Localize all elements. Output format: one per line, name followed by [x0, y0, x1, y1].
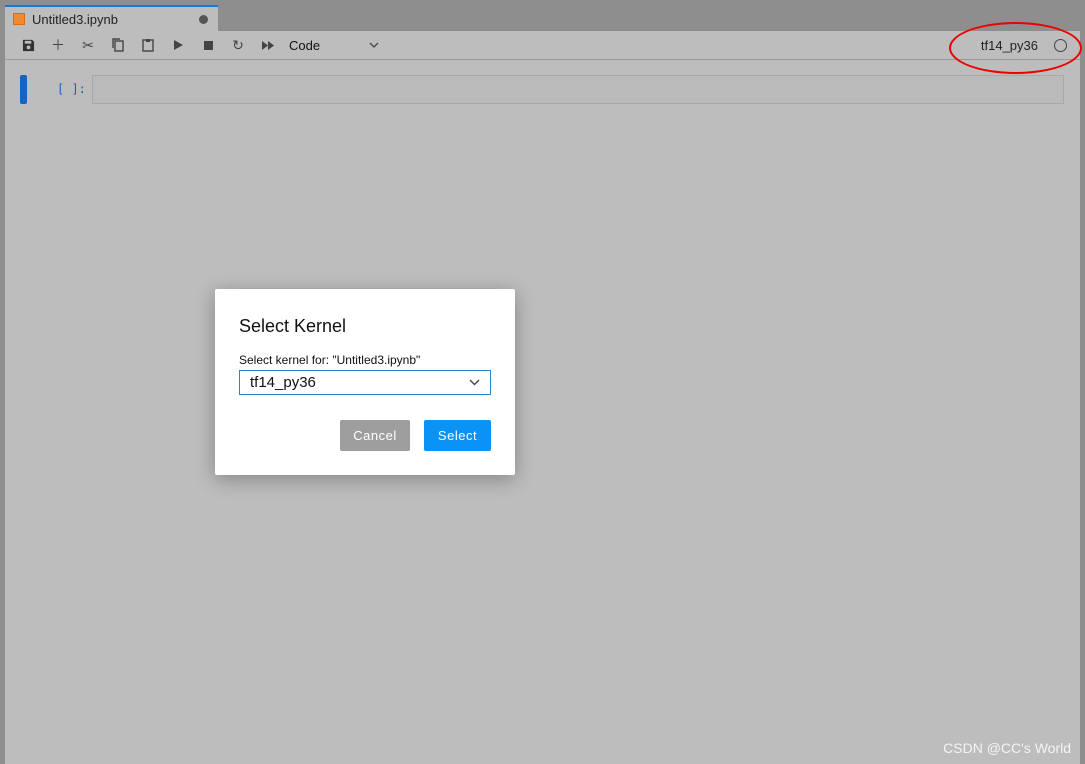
notebook-toolbar: ＋ ✂ ↻ Code tf14_py36	[5, 31, 1080, 60]
paste-icon[interactable]	[133, 33, 163, 57]
notebook-tab[interactable]: Untitled3.ipynb	[5, 5, 218, 31]
chevron-down-icon	[469, 379, 480, 386]
cell-prompt: [ ]:	[57, 82, 86, 96]
cut-icon[interactable]: ✂	[73, 33, 103, 57]
active-cell-bar	[20, 75, 27, 104]
kernel-status-icon	[1054, 39, 1067, 52]
stop-icon[interactable]	[193, 33, 223, 57]
kernel-select[interactable]: tf14_py36	[239, 370, 491, 395]
select-kernel-dialog: Select Kernel Select kernel for: "Untitl…	[215, 289, 515, 475]
plus-icon[interactable]: ＋	[43, 33, 73, 57]
restart-icon[interactable]: ↻	[223, 33, 253, 57]
code-cell[interactable]: [ ]:	[20, 75, 1064, 104]
cell-input[interactable]	[92, 75, 1064, 104]
select-button[interactable]: Select	[424, 420, 491, 451]
kernel-name[interactable]: tf14_py36	[981, 38, 1038, 53]
cell-type-label: Code	[289, 37, 321, 53]
cell-type-dropdown[interactable]: Code	[289, 38, 379, 53]
tab-title: Untitled3.ipynb	[32, 11, 118, 27]
chevron-down-icon	[369, 42, 379, 48]
dialog-label: Select kernel for: "Untitled3.ipynb"	[239, 353, 421, 367]
notebook-icon	[13, 13, 25, 25]
dialog-title: Select Kernel	[239, 316, 347, 336]
fast-forward-icon[interactable]	[253, 33, 283, 57]
run-icon[interactable]	[163, 33, 193, 57]
watermark: CSDN @CC's World	[943, 740, 1071, 756]
cancel-button[interactable]: Cancel	[340, 420, 410, 451]
copy-icon[interactable]	[103, 33, 133, 57]
unsaved-dot-icon[interactable]	[199, 14, 208, 24]
notebook-panel: ＋ ✂ ↻ Code tf14_py36 [ ]:	[5, 31, 1080, 764]
kernel-select-value: tf14_py36	[250, 374, 316, 391]
save-icon[interactable]	[13, 33, 43, 57]
